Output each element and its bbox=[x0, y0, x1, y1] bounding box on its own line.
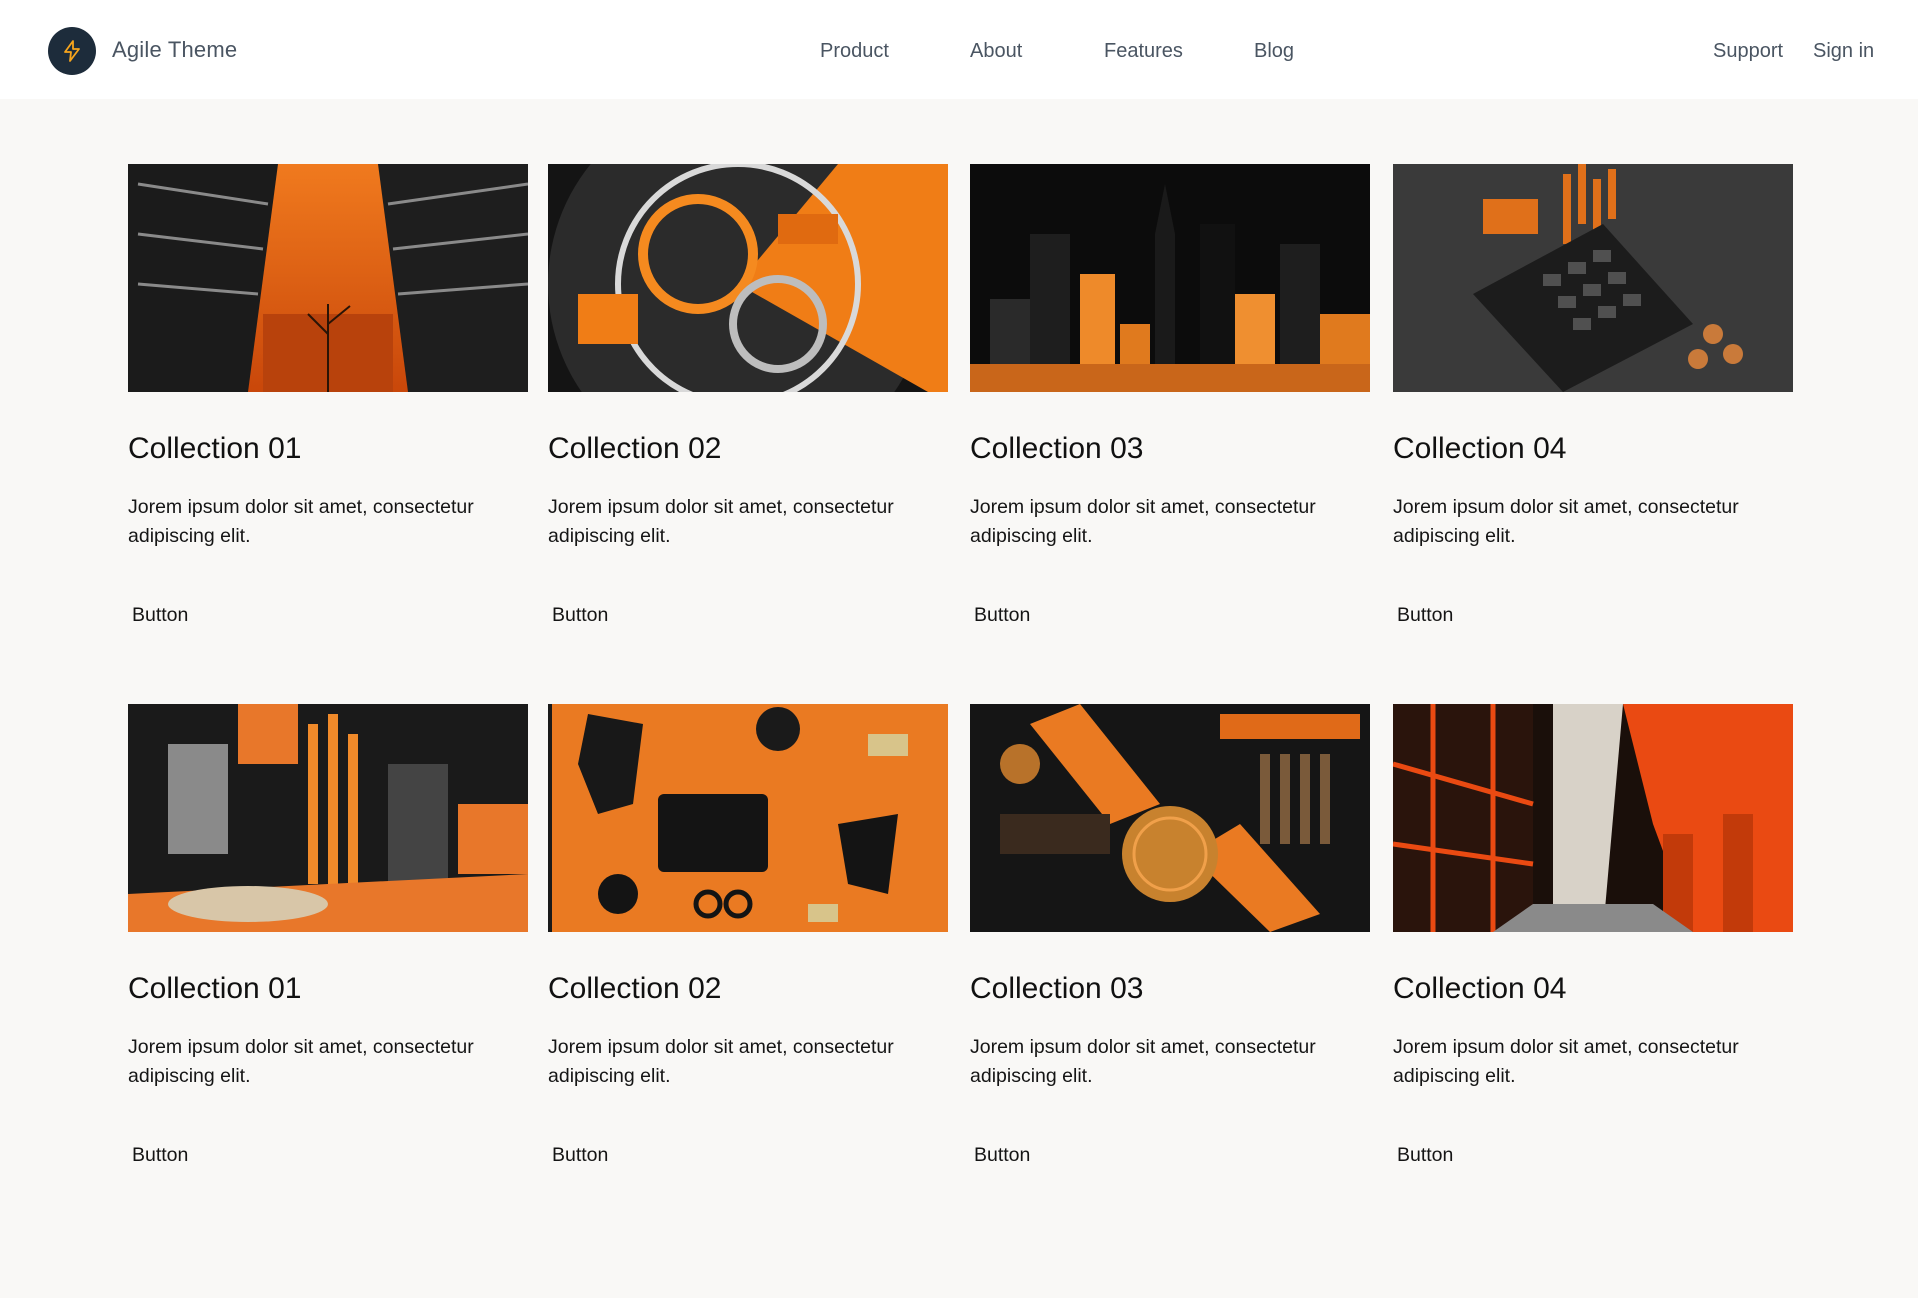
card-title: Collection 01 bbox=[128, 972, 302, 1005]
sign-in-link[interactable]: Sign in bbox=[1813, 40, 1874, 63]
card-description: Jorem ipsum dolor sit amet, consectetur … bbox=[970, 496, 1316, 547]
nav-product[interactable]: Product bbox=[820, 40, 889, 63]
card-title: Collection 02 bbox=[548, 432, 722, 465]
brand-name[interactable]: Agile Theme bbox=[112, 37, 237, 63]
collection-image[interactable] bbox=[1393, 164, 1793, 392]
card-button[interactable]: Button bbox=[974, 604, 1030, 627]
collection-image[interactable] bbox=[128, 164, 528, 392]
card-button[interactable]: Button bbox=[552, 1144, 608, 1167]
card-button[interactable]: Button bbox=[974, 1144, 1030, 1167]
card-title: Collection 01 bbox=[128, 432, 302, 465]
card-button[interactable]: Button bbox=[1397, 1144, 1453, 1167]
card-description: Jorem ipsum dolor sit amet, consectetur … bbox=[548, 1036, 894, 1087]
card-title: Collection 02 bbox=[548, 972, 722, 1005]
collection-image[interactable] bbox=[128, 704, 528, 932]
collection-image[interactable] bbox=[548, 704, 948, 932]
card-button[interactable]: Button bbox=[552, 604, 608, 627]
nav-features[interactable]: Features bbox=[1104, 40, 1183, 63]
card-button[interactable]: Button bbox=[1397, 604, 1453, 627]
lightning-logo-icon[interactable] bbox=[48, 27, 96, 75]
card-title: Collection 04 bbox=[1393, 972, 1567, 1005]
support-link[interactable]: Support bbox=[1713, 40, 1783, 63]
collection-image[interactable] bbox=[970, 164, 1370, 392]
card-description: Jorem ipsum dolor sit amet, consectetur … bbox=[548, 496, 894, 547]
card-title: Collection 03 bbox=[970, 432, 1144, 465]
card-button[interactable]: Button bbox=[132, 604, 188, 627]
card-description: Jorem ipsum dolor sit amet, consectetur … bbox=[1393, 1036, 1739, 1087]
card-description: Jorem ipsum dolor sit amet, consectetur … bbox=[970, 1036, 1316, 1087]
collection-image[interactable] bbox=[548, 164, 948, 392]
card-description: Jorem ipsum dolor sit amet, consectetur … bbox=[128, 1036, 474, 1087]
card-button[interactable]: Button bbox=[132, 1144, 188, 1167]
top-navbar: Agile Theme Product About Features Blog … bbox=[0, 0, 1918, 99]
collection-image[interactable] bbox=[970, 704, 1370, 932]
card-title: Collection 04 bbox=[1393, 432, 1567, 465]
card-title: Collection 03 bbox=[970, 972, 1144, 1005]
nav-about[interactable]: About bbox=[970, 40, 1022, 63]
nav-blog[interactable]: Blog bbox=[1254, 40, 1294, 63]
card-description: Jorem ipsum dolor sit amet, consectetur … bbox=[128, 496, 474, 547]
card-description: Jorem ipsum dolor sit amet, consectetur … bbox=[1393, 496, 1739, 547]
collection-image[interactable] bbox=[1393, 704, 1793, 932]
